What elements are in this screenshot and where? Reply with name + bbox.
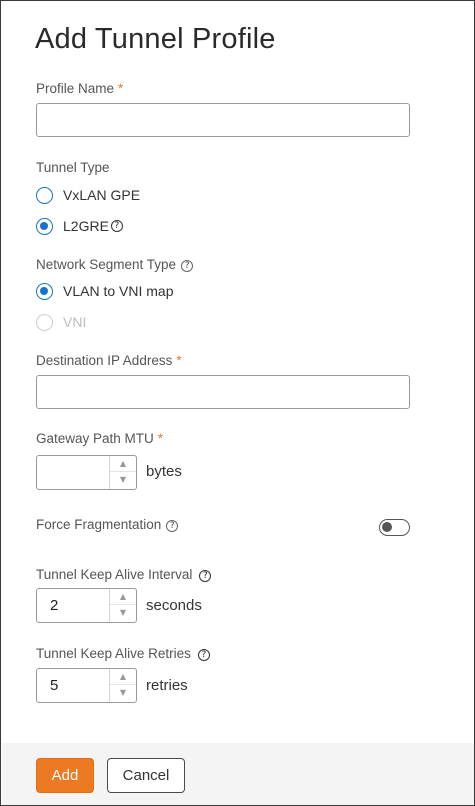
gateway-mtu-stepper-arrows: ▲ ▼ [109, 456, 136, 489]
segment-option-vlan-to-vni-map[interactable]: VLAN to VNI map [36, 281, 174, 301]
required-mark: * [157, 431, 164, 446]
increment-icon[interactable]: ▲ [110, 589, 136, 605]
keep-alive-retries-value[interactable]: 5 [50, 677, 58, 694]
increment-icon[interactable]: ▲ [110, 669, 136, 685]
profile-name-input[interactable] [36, 103, 410, 137]
keep-alive-retries-label: Tunnel Keep Alive Retries? [36, 646, 210, 661]
force-fragmentation-label-text: Force Fragmentation [36, 517, 162, 532]
keep-alive-interval-stepper-arrows: ▲ ▼ [109, 589, 136, 622]
keep-alive-interval-unit: seconds [146, 597, 202, 614]
tunnel-type-option-vxlan-gpe[interactable]: VxLAN GPE [36, 185, 140, 205]
tunnel-type-option-l2gre[interactable]: L2GRE? [36, 216, 123, 236]
gateway-mtu-stepper[interactable]: ▲ ▼ [36, 455, 137, 490]
network-segment-type-label-text: Network Segment Type [36, 257, 177, 272]
required-mark: * [118, 81, 124, 96]
gateway-path-mtu-label-text: Gateway Path MTU [36, 431, 154, 446]
profile-name-label: Profile Name * [36, 81, 123, 96]
required-mark: * [176, 353, 182, 368]
keep-alive-retries-stepper[interactable]: 5 ▲ ▼ [36, 668, 137, 703]
keep-alive-retries-unit: retries [146, 677, 188, 694]
keep-alive-retries-label-text: Tunnel Keep Alive Retries [36, 646, 191, 661]
page-title: Add Tunnel Profile [35, 23, 276, 55]
network-segment-type-label: Network Segment Type? [36, 257, 194, 272]
destination-ip-label: Destination IP Address * [36, 353, 182, 368]
vlan-to-vni-map-radio[interactable] [36, 282, 53, 300]
vni-label: VNI [63, 314, 87, 330]
force-fragmentation-label: Force Fragmentation? [36, 517, 179, 532]
l2gre-label: L2GRE [63, 218, 109, 234]
keep-alive-retries-stepper-arrows: ▲ ▼ [109, 669, 136, 702]
keep-alive-interval-label-text: Tunnel Keep Alive Interval [36, 567, 193, 582]
gateway-path-mtu-label: Gateway Path MTU * [36, 431, 163, 446]
network-segment-help-icon[interactable]: ? [181, 260, 194, 272]
add-tunnel-profile-dialog: Add Tunnel Profile Profile Name * Tunnel … [0, 0, 475, 806]
vxlan-gpe-label: VxLAN GPE [63, 187, 141, 203]
keep-alive-retries-help-icon[interactable]: ? [197, 649, 210, 661]
add-button[interactable]: Add [36, 758, 94, 793]
increment-icon[interactable]: ▲ [110, 456, 136, 472]
l2gre-help-icon[interactable]: ? [110, 220, 123, 232]
decrement-icon[interactable]: ▼ [110, 605, 136, 621]
keep-alive-interval-help-icon[interactable]: ? [199, 570, 212, 582]
vlan-to-vni-map-label: VLAN to VNI map [63, 283, 174, 299]
keep-alive-interval-value[interactable]: 2 [50, 597, 58, 614]
keep-alive-interval-stepper[interactable]: 2 ▲ ▼ [36, 588, 137, 623]
tunnel-type-label: Tunnel Type [36, 160, 110, 175]
profile-name-label-text: Profile Name [36, 81, 115, 96]
decrement-icon[interactable]: ▼ [110, 685, 136, 701]
destination-ip-input[interactable] [36, 375, 410, 409]
destination-ip-label-text: Destination IP Address [36, 353, 173, 368]
vni-radio [36, 313, 53, 331]
cancel-button[interactable]: Cancel [107, 758, 185, 793]
l2gre-radio[interactable] [36, 217, 53, 235]
force-fragmentation-help-icon[interactable]: ? [166, 520, 179, 532]
decrement-icon[interactable]: ▼ [110, 472, 136, 488]
vxlan-gpe-radio[interactable] [36, 186, 53, 204]
keep-alive-interval-label: Tunnel Keep Alive Interval? [36, 567, 212, 582]
toggle-knob [382, 522, 392, 532]
gateway-mtu-unit: bytes [146, 463, 182, 480]
force-fragmentation-toggle[interactable] [379, 519, 410, 536]
segment-option-vni: VNI [36, 312, 86, 332]
